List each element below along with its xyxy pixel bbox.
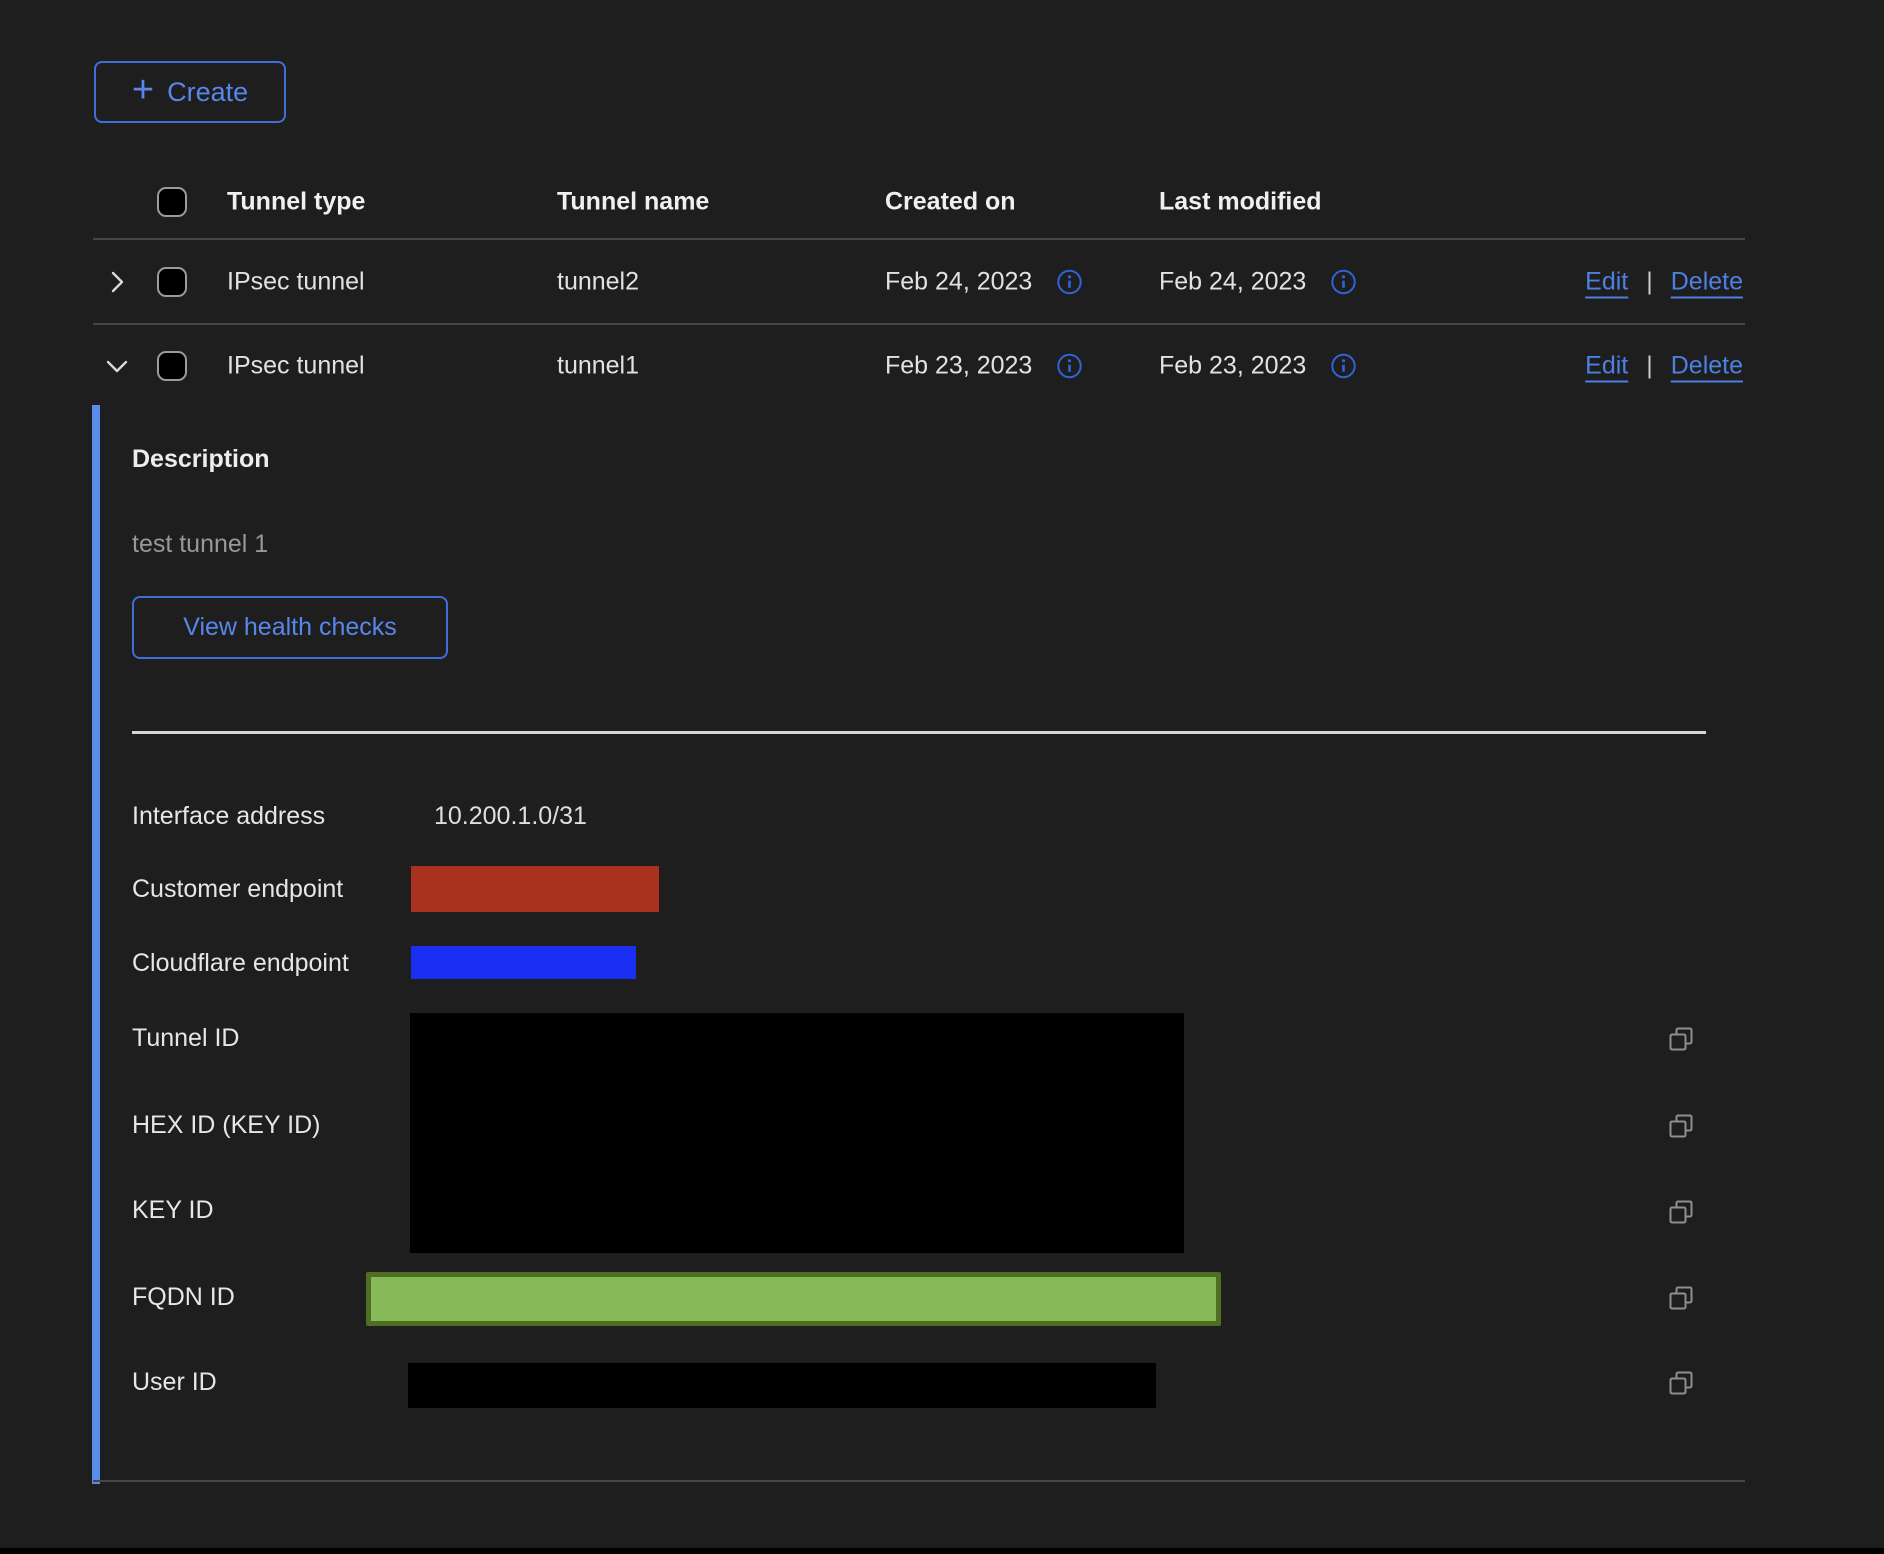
info-icon[interactable] [1056,353,1083,380]
field-label-key-id: KEY ID [132,1194,214,1226]
row-checkbox[interactable] [157,267,187,297]
field-value-interface-address: 10.200.1.0/31 [434,800,587,832]
row-checkbox[interactable] [157,351,187,381]
tunnel-name-value: tunnel2 [557,268,639,297]
info-icon[interactable] [1056,269,1083,296]
description-label: Description [132,443,270,475]
action-separator: | [1646,352,1653,381]
last-modified-value: Feb 24, 2023 [1159,268,1306,297]
view-health-checks-button[interactable]: View health checks [132,596,448,659]
delete-link[interactable]: Delete [1671,352,1743,381]
edit-link[interactable]: Edit [1585,268,1628,297]
plus-icon: + [132,71,154,109]
tunnel-name-value: tunnel1 [557,352,639,381]
action-separator: | [1646,268,1653,297]
select-all-checkbox[interactable] [157,187,187,217]
copy-icon[interactable] [1668,1370,1695,1397]
copy-icon[interactable] [1668,1199,1695,1226]
redaction-box-user-id [408,1363,1156,1408]
table-row: IPsec tunnel tunnel1 Feb 23, 2023 Feb 23… [93,324,1745,408]
last-modified-value: Feb 23, 2023 [1159,352,1306,381]
field-label-fqdn-id: FQDN ID [132,1281,235,1313]
created-on-value: Feb 24, 2023 [885,268,1032,297]
table-row: IPsec tunnel tunnel2 Feb 24, 2023 Feb 24… [93,240,1745,324]
field-label-user-id: User ID [132,1366,217,1398]
redaction-box-fqdn-id [366,1272,1221,1326]
expanded-row-accent-bar [92,405,100,1484]
copy-icon[interactable] [1668,1026,1695,1053]
column-header-tunnel-name: Tunnel name [557,188,709,217]
tunnel-type-value: IPsec tunnel [227,268,365,297]
info-icon[interactable] [1330,269,1357,296]
field-label-interface-address: Interface address [132,800,325,832]
field-label-cloudflare-endpoint: Cloudflare endpoint [132,947,349,979]
create-button-label: Create [167,77,248,108]
copy-icon[interactable] [1668,1285,1695,1312]
screen-edge [0,1548,1884,1554]
table-header-row: Tunnel type Tunnel name Created on Last … [93,166,1745,238]
chevron-down-icon[interactable] [104,353,130,379]
field-label-hex-id: HEX ID (KEY ID) [132,1109,320,1141]
edit-link[interactable]: Edit [1585,352,1628,381]
tunnels-page: + Create Tunnel type Tunnel name Created… [0,0,1884,1554]
delete-link[interactable]: Delete [1671,268,1743,297]
chevron-right-icon[interactable] [104,269,130,295]
table-bottom-divider [93,1480,1745,1482]
redaction-box-cloudflare-endpoint [411,946,636,979]
view-health-checks-label: View health checks [183,613,397,642]
column-header-created-on: Created on [885,188,1016,217]
description-value: test tunnel 1 [132,528,268,560]
redaction-box-tunnel-ids [410,1013,1184,1253]
created-on-value: Feb 23, 2023 [885,352,1032,381]
tunnel-type-value: IPsec tunnel [227,352,365,381]
column-header-tunnel-type: Tunnel type [227,188,365,217]
copy-icon[interactable] [1668,1113,1695,1140]
detail-section-divider [132,731,1706,734]
create-button[interactable]: + Create [94,61,286,123]
field-label-tunnel-id: Tunnel ID [132,1022,239,1054]
info-icon[interactable] [1330,353,1357,380]
column-header-last-modified: Last modified [1159,188,1322,217]
field-label-customer-endpoint: Customer endpoint [132,873,343,905]
redaction-box-customer-endpoint [411,866,659,912]
